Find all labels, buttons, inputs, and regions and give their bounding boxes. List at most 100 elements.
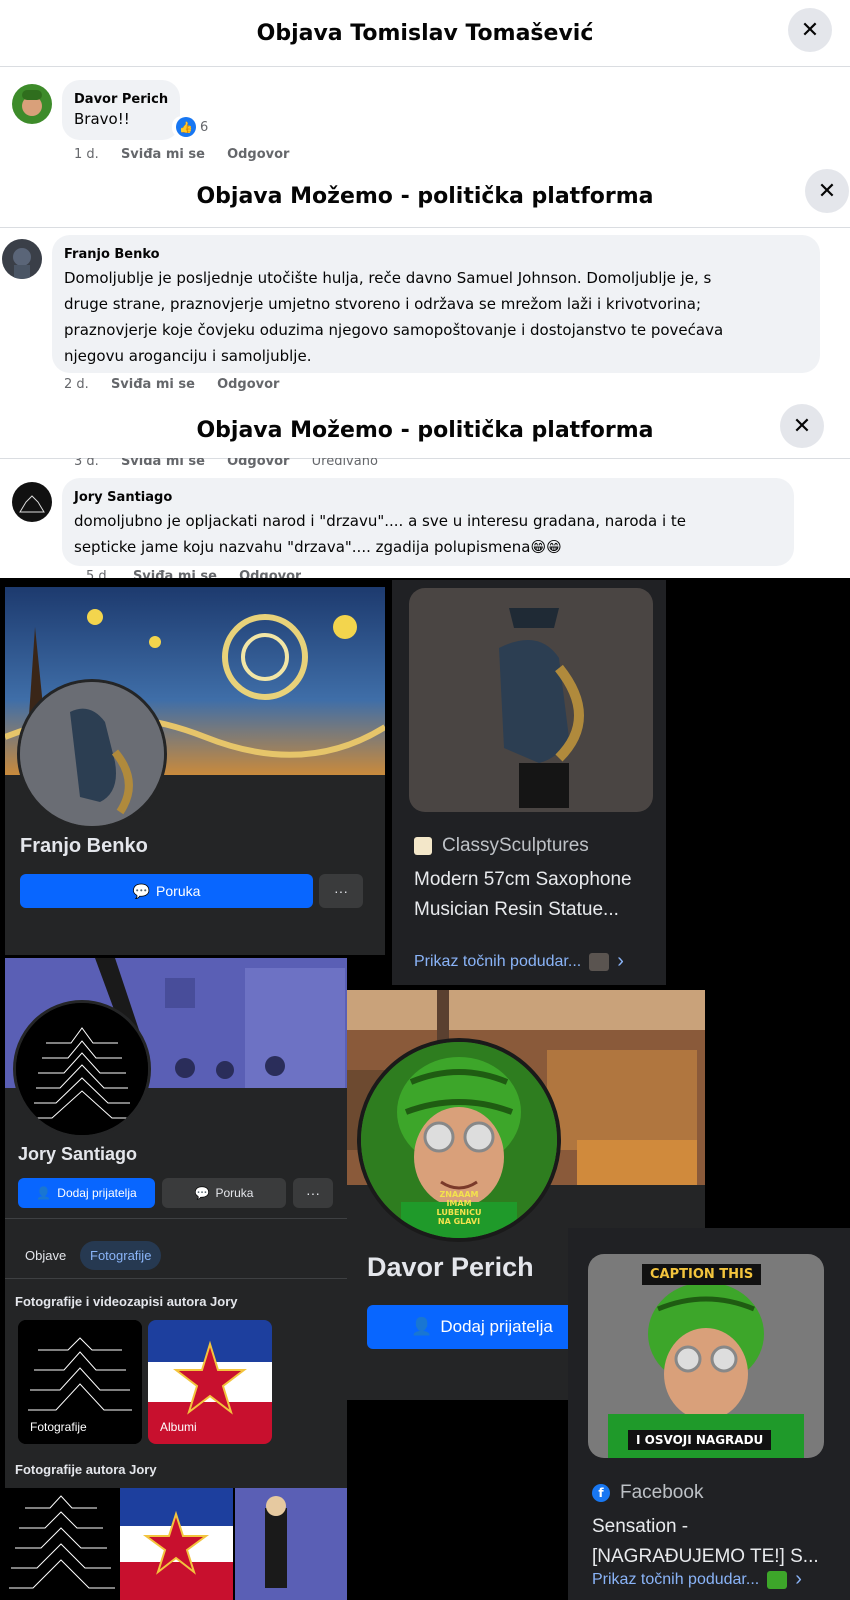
caption-line: ZNAAAM [439, 1190, 479, 1199]
exact-matches-link[interactable]: Prikaz točnih podudar... › [592, 1568, 802, 1591]
like-reaction-icon: 👍 [176, 117, 196, 137]
edited-label: Uređivano [311, 458, 378, 468]
photo-waves-image[interactable] [5, 1488, 118, 1600]
close-icon: ✕ [817, 178, 837, 204]
banner-bottom: I OSVOJI NAGRADU [628, 1430, 772, 1450]
page-title: Objava Možemo - politička platforma [196, 417, 654, 443]
source-row[interactable]: f Facebook [592, 1482, 703, 1504]
profile-picture[interactable]: ZNAAAM IMAM LUBENICU NA GLAVI [357, 1038, 561, 1242]
comment-line: Domoljublje je posljednje utočište hulja… [64, 269, 712, 287]
albums-tile[interactable]: Albumi [148, 1320, 272, 1444]
product-image[interactable] [409, 588, 653, 812]
page-title: Objava Tomislav Tomašević [256, 20, 594, 46]
add-friend-label: Dodaj prijatelja [440, 1317, 553, 1336]
title-line: Sensation - [592, 1516, 689, 1537]
message-label: Poruka [156, 883, 201, 899]
banner-top: CAPTION THIS [642, 1264, 762, 1285]
profile-name[interactable]: Jory Santiago [18, 1144, 137, 1165]
lens-result-card-facebook[interactable]: CAPTION THIS I OSVOJI NAGRADU f Facebook… [568, 1228, 850, 1600]
like-link[interactable]: Sviđa mi se [121, 458, 205, 468]
close-button[interactable]: ✕ [788, 8, 832, 52]
match-thumbnail-icon [589, 952, 610, 971]
close-button[interactable]: ✕ [805, 169, 849, 213]
chevron-right-icon: › [795, 1568, 802, 1590]
comment-author[interactable]: Davor Perich [74, 92, 168, 107]
profile-card-jory: Jory Santiago 👤 Dodaj prijatelja 💬 Poruk… [5, 958, 347, 1488]
comment-time[interactable]: 5 d. [86, 569, 111, 578]
reply-link[interactable]: Odgovor [239, 569, 301, 578]
photo-flag-image[interactable] [120, 1488, 233, 1600]
comment-author[interactable]: Jory Santiago [74, 490, 172, 505]
exact-matches-label: Prikaz točnih podudar... [414, 952, 582, 970]
result-title[interactable]: Modern 57cm Saxophone Musician Resin Sta… [414, 865, 664, 925]
avatar[interactable] [12, 482, 52, 522]
source-name: ClassySculptures [442, 835, 589, 856]
unknown-pleasures-waves-image [16, 1003, 148, 1135]
photos-album-tile[interactable]: Fotografije [18, 1320, 142, 1444]
saxophone-sculpture-image [20, 682, 164, 826]
add-friend-button[interactable]: 👤 Dodaj prijatelja [18, 1178, 155, 1208]
comment-bubble: Jory Santiago domoljubno je opljackati n… [62, 478, 794, 566]
comment-panel-tomasevic: Objava Tomislav Tomašević ✕ Davor Perich… [0, 0, 850, 165]
source-row[interactable]: ClassySculptures [414, 835, 589, 857]
profile-name[interactable]: Franjo Benko [20, 835, 148, 858]
comment-line: njegovu aroganciju i samoljublje. [64, 347, 312, 365]
message-label: Poruka [215, 1186, 254, 1200]
profile-picture[interactable] [13, 1000, 151, 1138]
close-icon: ✕ [800, 17, 820, 43]
tab-photos[interactable]: Fotografije [80, 1241, 162, 1270]
like-link[interactable]: Sviđa mi se [133, 569, 217, 578]
divider [5, 1218, 347, 1219]
add-friend-icon: 👤 [36, 1186, 52, 1200]
more-options-button[interactable]: ··· [293, 1178, 333, 1208]
comment-line: domoljubno je opljackati narod i "drzavu… [74, 512, 687, 530]
profile-picture[interactable] [17, 679, 167, 829]
reply-link[interactable]: Odgovor [227, 458, 289, 468]
more-icon: ··· [306, 1185, 320, 1201]
lens-result-card-sculpture[interactable]: ClassySculptures Modern 57cm Saxophone M… [392, 580, 666, 985]
like-link[interactable]: Sviđa mi se [111, 377, 195, 392]
more-options-button[interactable]: ··· [319, 874, 363, 908]
reply-link[interactable]: Odgovor [217, 377, 279, 392]
saxophone-statue-image [409, 588, 653, 812]
messenger-icon: 💬 [132, 882, 151, 899]
profile-name[interactable]: Davor Perich [367, 1252, 534, 1283]
avatar[interactable] [2, 239, 42, 279]
chevron-right-icon: › [617, 950, 624, 972]
tile-label: Albumi [160, 1420, 197, 1434]
more-icon: ··· [334, 883, 348, 899]
photo-grid [5, 1488, 347, 1600]
photo-cartoon-image[interactable] [235, 1488, 347, 1600]
reaction-number: 6 [200, 119, 209, 135]
facebook-icon: f [592, 1484, 610, 1502]
exact-matches-label: Prikaz točnih podudar... [592, 1570, 760, 1588]
close-icon: ✕ [792, 413, 812, 439]
source-favicon-icon [414, 837, 432, 855]
comment-bubble: Davor Perich Bravo!! [62, 80, 180, 140]
result-title[interactable]: Sensation - [NAGRAĐUJEMO TE!] S... [592, 1512, 842, 1572]
comment-author[interactable]: Franjo Benko [64, 247, 160, 262]
comment-time[interactable]: 1 d. [74, 147, 99, 162]
reaction-count[interactable]: 👍 6 [172, 116, 213, 138]
result-image[interactable]: CAPTION THIS I OSVOJI NAGRADU [588, 1254, 824, 1458]
avatar-waves-icon [12, 482, 52, 522]
comment-text: Domoljublje je posljednje utočište hulja… [64, 265, 814, 369]
comment-text: domoljubno je opljackati narod i "drzavu… [74, 508, 789, 560]
comment-bubble: Franjo Benko Domoljublje je posljednje u… [52, 235, 820, 373]
message-button[interactable]: 💬 Poruka [162, 1178, 286, 1208]
reply-link[interactable]: Odgovor [227, 147, 289, 162]
comment-time[interactable]: 3 d. [74, 458, 99, 468]
photos-heading: Fotografije autora Jory [15, 1462, 157, 1477]
comment-time[interactable]: 2 d. [64, 377, 89, 392]
exact-matches-link[interactable]: Prikaz točnih podudar... › [414, 950, 624, 973]
add-friend-button[interactable]: 👤 Dodaj prijatelja [367, 1305, 597, 1349]
close-button[interactable]: ✕ [780, 404, 824, 448]
tab-posts[interactable]: Objave [25, 1248, 66, 1263]
avatar[interactable] [12, 84, 52, 124]
title-line: Modern 57cm Saxophone [414, 869, 632, 890]
avatar-caption: ZNAAAM IMAM LUBENICU NA GLAVI [429, 1190, 489, 1226]
like-link[interactable]: Sviđa mi se [121, 147, 205, 162]
add-friend-label: Dodaj prijatelja [57, 1186, 137, 1200]
title-line: Musician Resin Statue... [414, 899, 619, 920]
message-button[interactable]: 💬 Poruka [20, 874, 313, 908]
